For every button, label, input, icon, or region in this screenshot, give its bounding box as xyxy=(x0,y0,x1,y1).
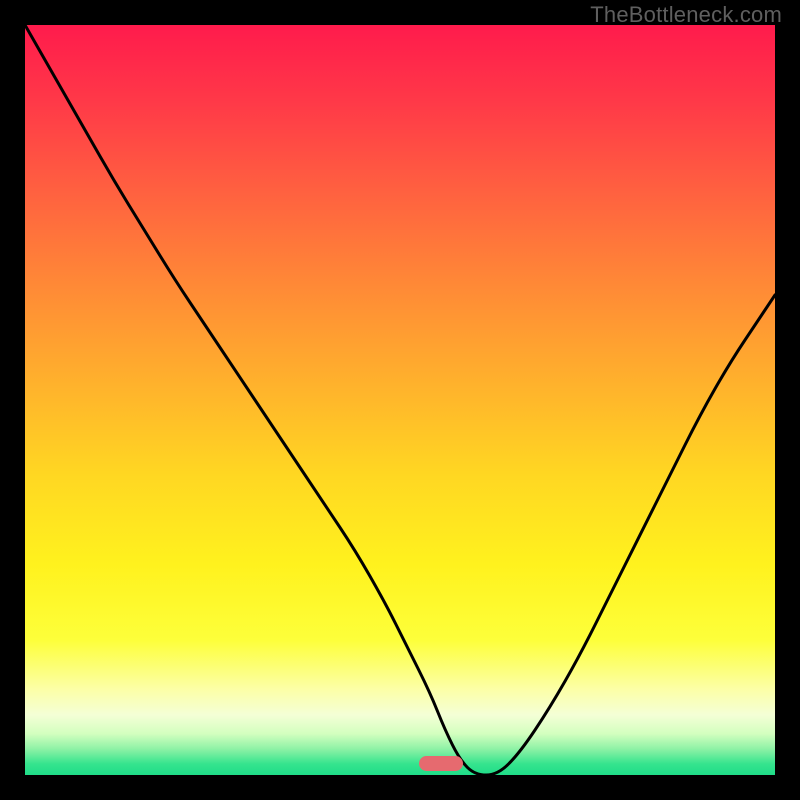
chart-frame: TheBottleneck.com xyxy=(0,0,800,800)
gradient-background xyxy=(25,25,775,775)
bottleneck-chart xyxy=(25,25,775,775)
optimal-marker xyxy=(419,756,463,771)
plot-area xyxy=(25,25,775,775)
watermark-text: TheBottleneck.com xyxy=(590,2,782,28)
